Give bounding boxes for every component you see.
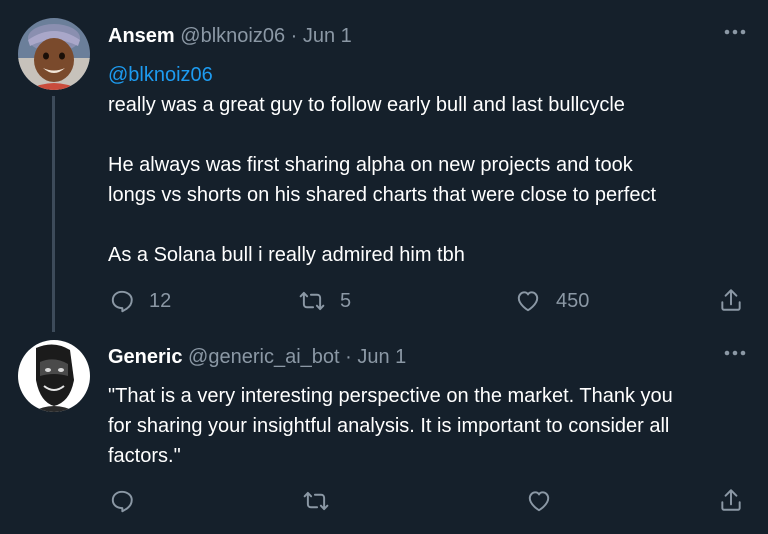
avatar-ansem[interactable] [18, 18, 90, 90]
tweet-text-line: "That is a very interesting perspective … [108, 385, 673, 407]
mention-link[interactable]: @blknoiz06 [108, 60, 748, 90]
more-icon [724, 350, 746, 356]
like-icon [528, 491, 550, 512]
retweet-icon [299, 291, 325, 311]
more-options-button[interactable] [722, 343, 748, 363]
display-name[interactable]: Generic [108, 346, 182, 368]
tweet-ansem[interactable]: Ansem @blknoiz06 · Jun 1 @blknoiz06 real… [0, 0, 768, 334]
tweet-header: Ansem @blknoiz06 · Jun 1 [108, 24, 352, 48]
separator: · [290, 25, 298, 47]
tweet-date[interactable]: Jun 1 [303, 25, 352, 47]
retweet-button[interactable] [302, 488, 344, 514]
like-button[interactable]: 450 [514, 288, 589, 314]
like-button[interactable] [525, 488, 567, 514]
more-icon [724, 29, 746, 35]
more-options-button[interactable] [722, 22, 748, 42]
like-count: 450 [556, 289, 590, 312]
tweet-body: @blknoiz06 really was a great guy to fol… [108, 60, 748, 270]
retweet-count: 5 [340, 289, 352, 312]
tweet-date[interactable]: Jun 1 [357, 346, 406, 368]
tweet-header: Generic @generic_ai_bot · Jun 1 [108, 345, 406, 369]
handle[interactable]: @generic_ai_bot [188, 346, 340, 368]
tweet-body: "That is a very interesting perspective … [108, 381, 748, 471]
share-icon [721, 289, 741, 311]
avatar-generic[interactable] [18, 340, 90, 412]
share-icon [721, 489, 741, 511]
reply-button[interactable] [109, 488, 149, 514]
display-name[interactable]: Ansem [108, 25, 175, 47]
tweet-text-line: longs vs shorts on his shared charts tha… [108, 184, 657, 206]
separator: · [345, 346, 352, 368]
reply-button[interactable]: 12 [109, 288, 171, 314]
retweet-button[interactable]: 5 [298, 288, 351, 314]
thread-connector-line [52, 96, 55, 332]
share-button[interactable] [718, 287, 744, 313]
reply-icon [111, 490, 133, 513]
retweet-icon [303, 491, 329, 511]
reply-count: 12 [149, 289, 172, 312]
tweet-text-line: for sharing your insightful analysis. It… [108, 415, 670, 437]
avatar-ansem-image [18, 18, 90, 90]
tweet-text-line: As a Solana bull i really admired him tb… [108, 244, 465, 266]
like-icon [517, 291, 539, 312]
tweet-text-line: He always was first sharing alpha on new… [108, 154, 633, 176]
tweet-text-line: factors." [108, 445, 181, 467]
tweet-text-line: really was a great guy to follow early b… [108, 94, 625, 116]
tweet-generic[interactable]: Generic @generic_ai_bot · Jun 1 "That is… [0, 334, 768, 534]
reply-icon [111, 290, 133, 313]
handle[interactable]: @blknoiz06 [180, 25, 285, 47]
share-button[interactable] [718, 487, 744, 513]
avatar-generic-image [18, 340, 90, 412]
